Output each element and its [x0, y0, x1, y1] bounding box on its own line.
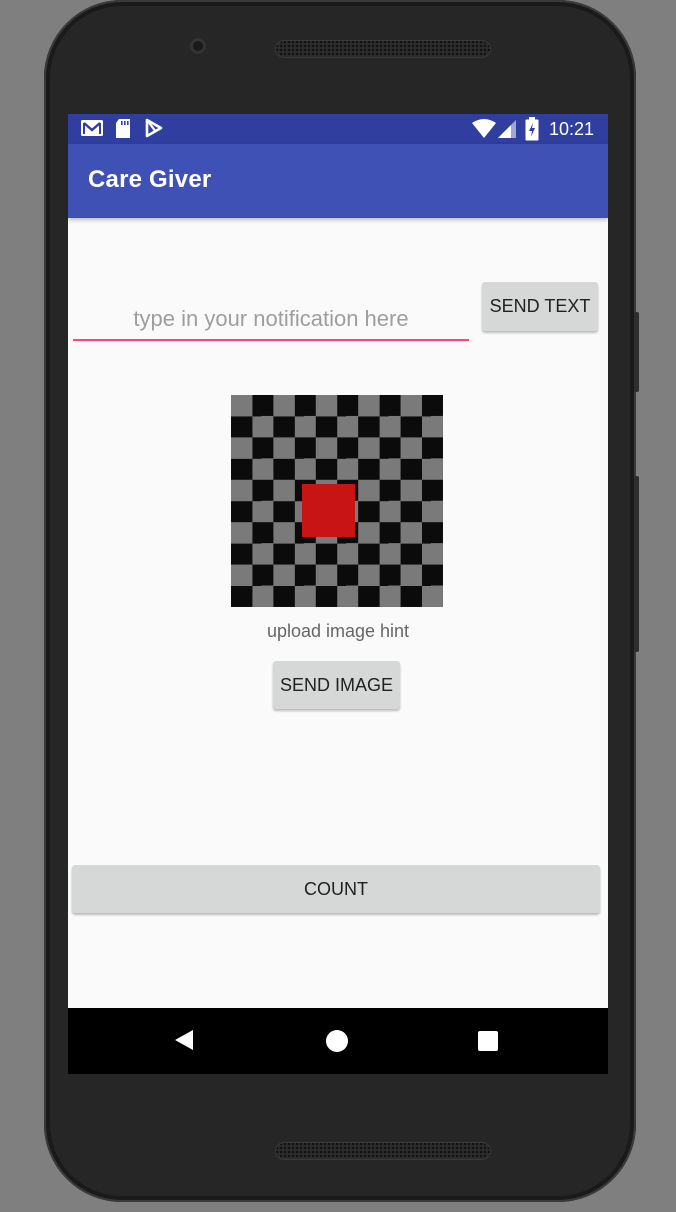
- gmail-icon: [80, 118, 104, 143]
- recents-icon[interactable]: [478, 1031, 498, 1051]
- power-button: [634, 476, 639, 652]
- back-icon[interactable]: [174, 1029, 194, 1056]
- top-speaker-grille: [275, 40, 491, 58]
- navigation-bar: [68, 1008, 608, 1074]
- upload-image-hint: upload image hint: [266, 621, 410, 641]
- volume-button: [634, 312, 639, 392]
- status-bar: 10:21: [68, 114, 608, 144]
- app-title: Care Giver: [88, 166, 212, 193]
- status-clock: 10:21: [548, 119, 594, 139]
- count-button[interactable]: COUNT: [72, 865, 600, 913]
- image-placeholder-red-square: [302, 484, 355, 537]
- battery-charging-icon: [525, 117, 539, 146]
- device-screen: 10:21 Care Giver SEND TEXT upload image …: [68, 114, 608, 1074]
- wifi-icon: [472, 119, 496, 144]
- upload-image-preview[interactable]: [231, 395, 443, 607]
- send-text-button[interactable]: SEND TEXT: [482, 282, 598, 331]
- play-store-icon: [144, 118, 164, 143]
- signal-icon: [497, 119, 517, 144]
- sd-card-icon: [114, 118, 132, 144]
- front-camera: [190, 38, 206, 54]
- send-image-button[interactable]: SEND IMAGE: [273, 661, 400, 709]
- bottom-speaker-grille: [275, 1142, 491, 1160]
- home-icon[interactable]: [326, 1030, 348, 1052]
- app-bar: Care Giver: [68, 144, 608, 218]
- notification-input[interactable]: [73, 299, 469, 341]
